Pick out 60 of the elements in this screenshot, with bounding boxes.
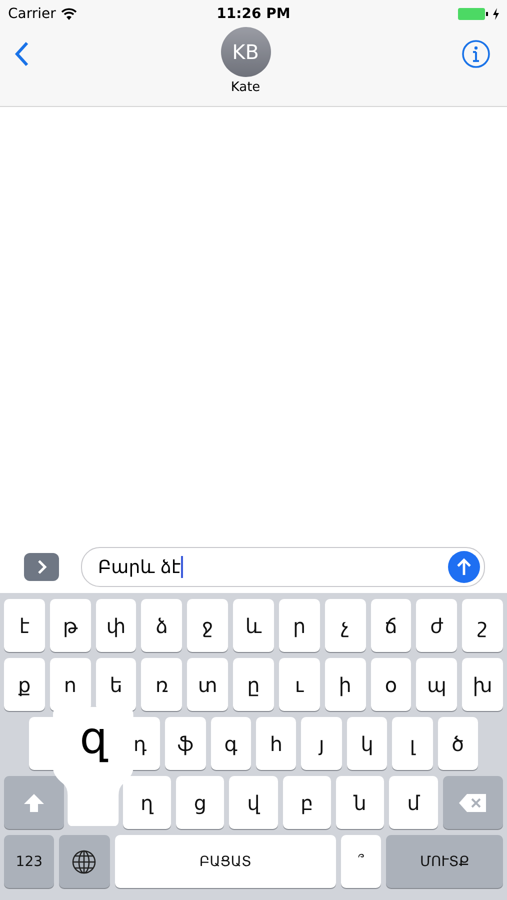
wifi-icon xyxy=(60,8,77,20)
letter-key[interactable]: ֆ xyxy=(165,717,206,770)
charging-icon xyxy=(492,8,499,20)
letter-key[interactable]: ք xyxy=(4,658,45,711)
shift-icon xyxy=(23,792,46,812)
letter-key[interactable]: լ xyxy=(392,717,433,770)
contact-avatar[interactable]: KB xyxy=(220,27,270,77)
letter-key[interactable]: բ xyxy=(282,776,331,829)
letter-key[interactable]: ժ xyxy=(416,599,458,652)
clock-time: 11:26 PM xyxy=(216,6,290,22)
letter-key[interactable]: գ xyxy=(210,717,252,770)
letter-key[interactable]: փ xyxy=(96,599,136,652)
letter-key[interactable]: շ xyxy=(462,599,503,652)
letter-key[interactable]: ն xyxy=(336,776,384,829)
message-field[interactable]: Բարև ձէ xyxy=(81,547,485,587)
letter-key[interactable]: թ xyxy=(50,599,91,652)
letter-key[interactable]: տ xyxy=(187,658,228,711)
letter-key[interactable]: ի xyxy=(324,658,366,711)
key-popup[interactable]: զ xyxy=(53,707,134,829)
delete-key[interactable] xyxy=(442,776,503,829)
letter-key[interactable]: ջ xyxy=(187,599,228,652)
letter-key[interactable]: ե xyxy=(96,658,136,711)
back-icon[interactable] xyxy=(14,41,30,67)
letter-key[interactable]: կ xyxy=(346,717,388,770)
space-key[interactable]: ԲԱՑԱՏ xyxy=(114,835,336,888)
carrier-name: Carrier xyxy=(8,6,56,22)
expand-button[interactable] xyxy=(24,553,59,581)
arrow-up-icon xyxy=(456,558,472,576)
return-key[interactable]: ՄՈՒՏՔ xyxy=(386,835,503,888)
letter-key[interactable]: ծ xyxy=(438,717,478,770)
numbers-key[interactable]: 123 xyxy=(4,835,54,888)
letter-key[interactable]: խ xyxy=(462,658,503,711)
letter-key[interactable]: յ xyxy=(301,717,342,770)
letter-key[interactable]: պ xyxy=(416,658,458,711)
letter-key[interactable]: և xyxy=(233,599,274,652)
letter-key[interactable]: ճ xyxy=(370,599,412,652)
globe-icon xyxy=(71,848,98,874)
letter-key[interactable]: ռ xyxy=(141,658,182,711)
shift-key[interactable] xyxy=(4,776,64,829)
letter-key[interactable]: է xyxy=(4,599,45,652)
send-button[interactable] xyxy=(448,551,480,583)
letter-key[interactable]: ր xyxy=(278,599,320,652)
letter-key[interactable]: ՞ xyxy=(341,835,382,888)
delete-icon xyxy=(458,792,488,812)
letter-key[interactable]: ղ xyxy=(122,776,172,829)
letter-key[interactable]: վ xyxy=(229,776,278,829)
contact-name: Kate xyxy=(230,80,260,95)
letter-key[interactable]: չ xyxy=(324,599,366,652)
letter-key[interactable]: հ xyxy=(256,717,296,770)
battery-icon xyxy=(458,8,488,20)
letter-key[interactable]: ւ xyxy=(278,658,320,711)
letter-key[interactable]: օ xyxy=(370,658,412,711)
letter-key[interactable]: ո xyxy=(50,658,91,711)
letter-key[interactable]: ց xyxy=(176,776,224,829)
letter-key[interactable]: ը xyxy=(233,658,274,711)
chevron-icon xyxy=(36,560,46,574)
info-icon[interactable] xyxy=(461,39,491,69)
letter-key[interactable]: մ xyxy=(389,776,438,829)
letter-key[interactable]: ձ xyxy=(141,599,182,652)
globe-key[interactable] xyxy=(59,835,110,888)
